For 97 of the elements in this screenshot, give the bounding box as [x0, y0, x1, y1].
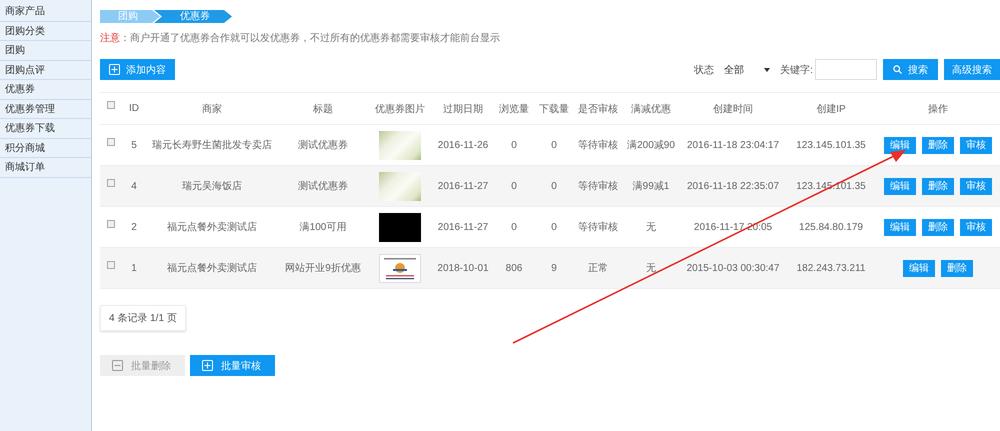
- action-button[interactable]: 编辑: [903, 260, 935, 276]
- caret-icon: [764, 68, 770, 72]
- table-cell: 无: [622, 248, 680, 288]
- action-button[interactable]: 审核: [960, 218, 992, 236]
- sidebar-item[interactable]: 团购点评: [0, 60, 91, 80]
- table-cell: 福元点餐外卖测试店: [146, 248, 278, 288]
- column-header: 浏览量: [494, 92, 534, 124]
- column-header: 优惠券图片: [368, 92, 432, 124]
- table-cell: 2018-10-01: [432, 248, 494, 288]
- keyword-field[interactable]: [815, 59, 877, 80]
- table-cell: 0: [494, 206, 534, 248]
- breadcrumb-item[interactable]: 团购: [100, 10, 160, 23]
- table-cell: 等待审核: [574, 166, 622, 206]
- table-cell: 182.243.73.211: [786, 248, 876, 288]
- action-button[interactable]: 删除: [941, 260, 973, 276]
- sidebar-item[interactable]: 商家产品: [0, 2, 91, 22]
- table-cell: 测试优惠券: [278, 166, 368, 206]
- table-cell: 网站开业9折优惠: [278, 248, 368, 288]
- column-header: 创建时间: [680, 92, 786, 124]
- action-button[interactable]: 编辑: [884, 178, 916, 194]
- advanced-search-button[interactable]: 高级搜索: [944, 59, 1000, 80]
- action-button[interactable]: 删除: [922, 178, 954, 194]
- table-cell: 满200减90: [622, 124, 680, 166]
- table-cell: 9: [534, 248, 574, 288]
- table-cell: 无: [622, 206, 680, 248]
- table-cell: 5: [122, 124, 146, 166]
- sidebar-item[interactable]: 商城订单: [0, 158, 91, 178]
- table-cell: 2016-11-27: [432, 206, 494, 248]
- action-button[interactable]: 编辑: [884, 218, 916, 236]
- column-header: 是否审核: [574, 92, 622, 124]
- action-button[interactable]: 删除: [922, 218, 954, 236]
- action-button[interactable]: 审核: [960, 136, 992, 154]
- minus-icon: [112, 360, 123, 371]
- table-cell: 满100可用: [278, 206, 368, 248]
- table-cell: 1: [122, 248, 146, 288]
- coupon-image: [379, 212, 421, 242]
- table-cell: 2016-11-18 22:35:07: [680, 166, 786, 206]
- search-icon: [893, 65, 902, 74]
- sidebar-item[interactable]: 优惠券管理: [0, 100, 91, 119]
- plus-icon: [202, 360, 213, 371]
- table-cell: 0: [534, 166, 574, 206]
- column-header: 标题: [278, 92, 368, 124]
- table-cell: 2: [122, 206, 146, 248]
- select-all-checkbox[interactable]: [107, 101, 115, 110]
- status-label: 状态: [694, 64, 714, 76]
- column-header: 满减优惠: [622, 92, 680, 124]
- add-button[interactable]: 添加内容: [100, 59, 175, 80]
- coupon-image: [379, 254, 421, 282]
- sidebar-item[interactable]: 团购: [0, 41, 91, 60]
- search-button[interactable]: 搜索: [883, 59, 938, 80]
- sidebar-item[interactable]: 积分商城: [0, 138, 91, 158]
- table-cell: 0: [494, 166, 534, 206]
- table-cell: 正常: [574, 248, 622, 288]
- table-cell: 等待审核: [574, 124, 622, 166]
- breadcrumb-item[interactable]: 优惠券: [154, 10, 232, 23]
- sidebar-item[interactable]: 团购分类: [0, 22, 91, 41]
- column-header: ID: [122, 92, 146, 124]
- table-cell: 0: [534, 206, 574, 248]
- row-checkbox[interactable]: [107, 178, 115, 187]
- keyword-label: 关键字:: [780, 64, 813, 76]
- table-cell: 125.84.80.179: [786, 206, 876, 248]
- column-header: 操作: [876, 92, 1000, 124]
- plus-icon: [109, 64, 120, 75]
- column-header: 创建IP: [786, 92, 876, 124]
- table-cell: 瑞元长寿野生菌批发专卖店: [146, 124, 278, 166]
- table-cell: 福元点餐外卖测试店: [146, 206, 278, 248]
- table-cell: 2016-11-26: [432, 124, 494, 166]
- table-cell: 806: [494, 248, 534, 288]
- pagination-info: 4 条记录 1/1 页: [100, 305, 186, 331]
- action-button[interactable]: 审核: [960, 178, 992, 194]
- row-checkbox[interactable]: [107, 138, 115, 146]
- sidebar-item[interactable]: 优惠券下载: [0, 119, 91, 138]
- notice-text: ：商户开通了优惠券合作就可以发优惠券，不过所有的优惠券都需要审核才能前台显示: [120, 32, 500, 45]
- column-header: 商家: [146, 92, 278, 124]
- action-button[interactable]: 删除: [922, 136, 954, 154]
- table-cell: 2015-10-03 00:30:47: [680, 248, 786, 288]
- row-checkbox[interactable]: [107, 220, 115, 228]
- table-cell: 瑞元吴海饭店: [146, 166, 278, 206]
- table-cell: 0: [534, 124, 574, 166]
- table-cell: 测试优惠券: [278, 124, 368, 166]
- table-cell: 4: [122, 166, 146, 206]
- table-cell: 2016-11-18 23:04:17: [680, 124, 786, 166]
- bulk-button[interactable]: 批量审核: [190, 355, 275, 376]
- table-cell: 满99减1: [622, 166, 680, 206]
- notice-label: 注意: [100, 32, 120, 45]
- table-cell: 0: [494, 124, 534, 166]
- column-header: 下载量: [534, 92, 574, 124]
- row-checkbox[interactable]: [107, 260, 115, 269]
- action-button[interactable]: 编辑: [884, 136, 916, 154]
- coupon-image: [379, 172, 421, 200]
- table-cell: 2016-11-27: [432, 166, 494, 206]
- table-cell: 等待审核: [574, 206, 622, 248]
- sidebar-item[interactable]: 优惠券: [0, 80, 91, 100]
- table-cell: 123.145.101.35: [786, 124, 876, 166]
- column-header: 过期日期: [432, 92, 494, 124]
- bulk-button[interactable]: 批量删除: [100, 355, 185, 376]
- coupon-image: [379, 130, 421, 160]
